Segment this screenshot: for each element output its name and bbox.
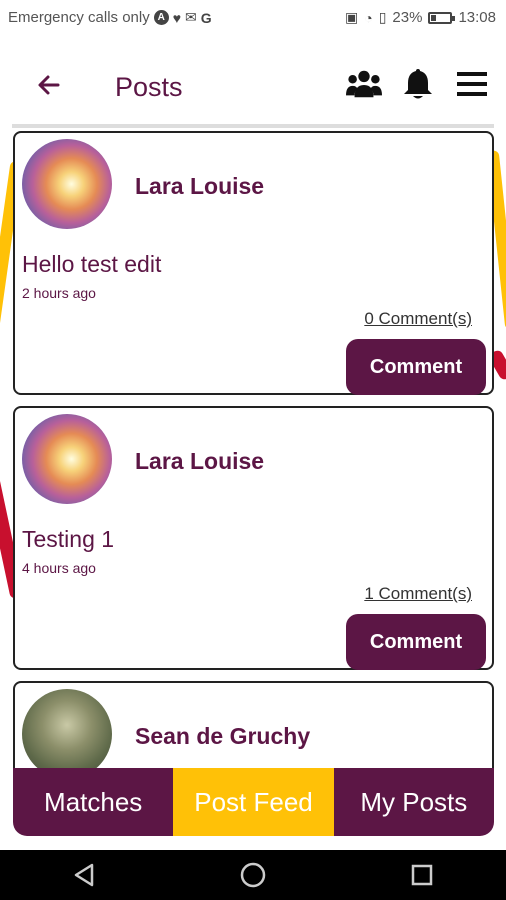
comments-count-link[interactable]: 0 Comment(s) (364, 309, 472, 329)
heart-icon: ♥ (172, 9, 182, 26)
carrier-text: Emergency calls only (8, 9, 150, 26)
nav-home-icon[interactable] (239, 861, 267, 889)
post-text: Testing 1 (22, 526, 115, 552)
post-author[interactable]: Sean de Gruchy (135, 723, 310, 750)
post-card: Lara Louise Hello test edit 2 hours ago … (13, 131, 494, 395)
group-users-icon[interactable] (346, 66, 382, 102)
comment-button[interactable]: Comment (346, 614, 486, 670)
menu-icon[interactable] (454, 66, 490, 102)
nav-recents-icon[interactable] (408, 861, 436, 889)
avatar[interactable] (22, 414, 112, 504)
header-divider (12, 124, 494, 128)
bottom-tab-bar: Matches Post Feed My Posts (13, 768, 494, 836)
post-text: Hello test edit (22, 251, 162, 277)
status-bar: Emergency calls only A ♥ ✉ G ▣ ◔ ▯ 23% 1… (0, 0, 506, 36)
avatar[interactable] (22, 139, 112, 229)
wifi-icon: ◔ (364, 9, 373, 26)
bell-icon[interactable] (400, 66, 436, 102)
comments-count-link[interactable]: 1 Comment(s) (364, 584, 472, 604)
avatar[interactable] (22, 689, 112, 779)
system-nav-bar (0, 850, 506, 900)
post-card: Lara Louise Testing 1 4 hours ago 1 Comm… (13, 406, 494, 670)
tab-my-posts[interactable]: My Posts (333, 768, 494, 836)
post-author[interactable]: Lara Louise (135, 173, 264, 200)
notification-app-icon: A (153, 10, 169, 25)
nfc-icon: ▣ (345, 9, 359, 25)
google-icon: G (200, 9, 212, 26)
post-time: 2 hours ago (22, 285, 96, 301)
mail-icon: ✉ (185, 9, 197, 25)
post-time: 4 hours ago (22, 560, 96, 576)
sim-icon: ▯ (378, 9, 387, 25)
battery-percent: 23% (392, 9, 423, 26)
post-author[interactable]: Lara Louise (135, 448, 264, 475)
nav-back-icon[interactable] (70, 861, 98, 889)
app-bar: Posts (0, 36, 506, 126)
page-title: Posts (115, 72, 183, 102)
comment-button[interactable]: Comment (346, 339, 486, 395)
tab-matches[interactable]: Matches (13, 768, 174, 836)
battery-icon (428, 11, 456, 24)
back-arrow-icon[interactable] (36, 72, 62, 98)
tab-post-feed[interactable]: Post Feed (173, 768, 334, 836)
clock: 13:08 (458, 9, 496, 26)
